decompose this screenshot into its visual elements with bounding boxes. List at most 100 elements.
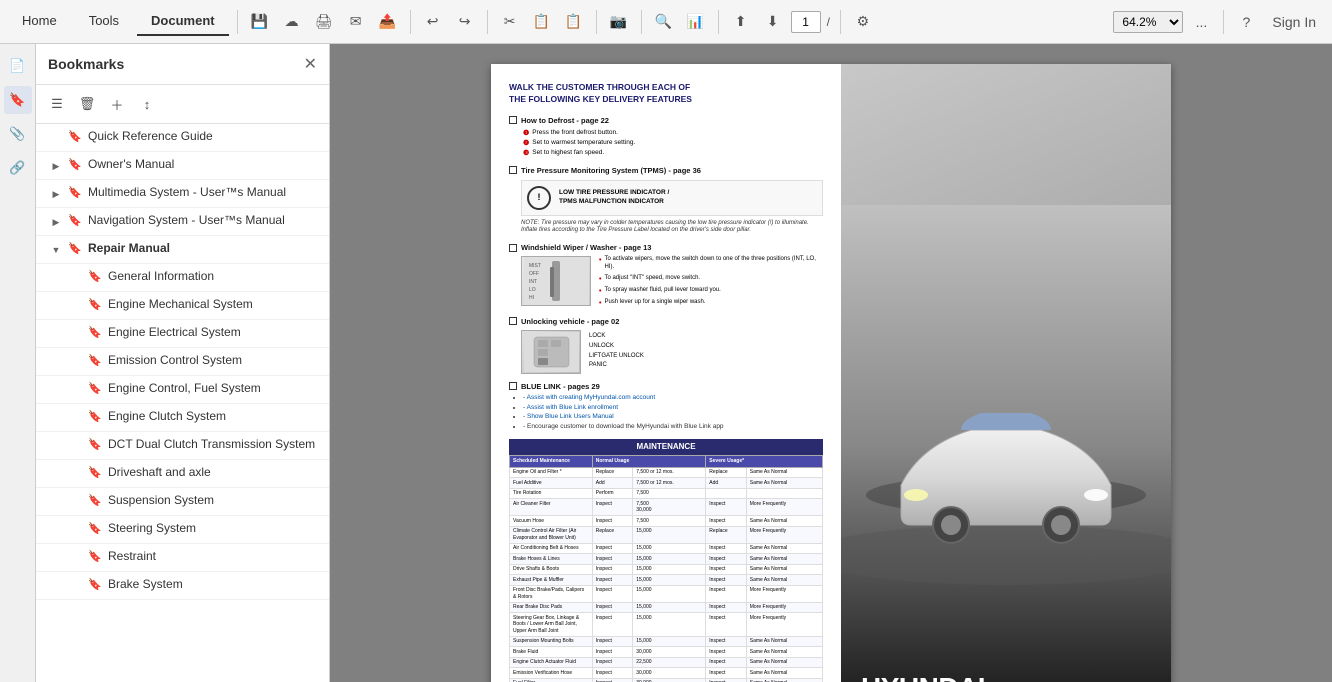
nav-down-button[interactable]: ⬇ <box>759 8 787 36</box>
expand-placeholder <box>68 578 84 594</box>
camera-button[interactable]: 📷 <box>605 8 633 36</box>
bookmark-label: Brake System <box>108 577 183 593</box>
sidebar-item-dct[interactable]: 🔖 DCT Dual Clutch Transmission System <box>36 432 329 460</box>
expand-arrow[interactable]: ▶ <box>48 158 64 174</box>
redo-button[interactable]: ↪ <box>451 8 479 36</box>
page-number-input[interactable]: 1 <box>791 11 821 33</box>
bluelink-item1: - Assist with creating MyHyundai.com acc… <box>523 394 823 402</box>
chart-button[interactable]: 📊 <box>682 8 710 36</box>
bookmark-icon: 🔖 <box>88 354 102 368</box>
sidebar-item-suspension[interactable]: 🔖 Suspension System <box>36 488 329 516</box>
maint-severe-val <box>746 488 822 499</box>
maint-severe-val: Same As Normal <box>746 478 822 489</box>
tpms-icon: ! <box>527 186 551 210</box>
bookmark-icon: 🔖 <box>88 410 102 424</box>
bluelink-item4: - Encourage customer to download the MyH… <box>523 423 823 431</box>
copy-button[interactable]: 📋 <box>528 8 556 36</box>
expand-placeholder <box>68 326 84 342</box>
sidebar-content[interactable]: 🔖 Quick Reference Guide ▶ 🔖 Owner's Manu… <box>36 124 329 682</box>
maint-service: Emission Verification Hose <box>510 668 593 679</box>
sidebar-item-quick-reference[interactable]: 🔖 Quick Reference Guide <box>36 124 329 152</box>
col-severe: Severe Usage* <box>706 456 823 468</box>
email-button[interactable]: ✉ <box>342 8 370 36</box>
zoom-select[interactable]: 64.2% 50% 75% 100% <box>1113 11 1183 33</box>
wiper-step1: To activate wipers, move the switch down… <box>604 256 823 272</box>
maint-service: Exhaust Pipe & Muffler <box>510 575 593 586</box>
svg-text:HI: HI <box>529 295 534 301</box>
export-button[interactable]: 📤 <box>374 8 402 36</box>
maint-normal-val: 15,000 <box>633 543 706 554</box>
more-button[interactable]: ... <box>1187 8 1215 36</box>
icon-bar-page[interactable]: 📄 <box>4 52 32 80</box>
sep7 <box>840 10 841 34</box>
sidebar-item-brake[interactable]: 🔖 Brake System <box>36 572 329 600</box>
maint-normal-action: Inspect <box>592 678 632 682</box>
sidebar-item-multimedia[interactable]: ▶ 🔖 Multimedia System - User™s Manual <box>36 180 329 208</box>
sign-in-button[interactable]: Sign In <box>1264 8 1324 36</box>
paste-button[interactable]: 📋 <box>560 8 588 36</box>
bookmark-label: Engine Clutch System <box>108 409 226 425</box>
expand-arrow[interactable]: ▶ <box>48 186 64 202</box>
save-button[interactable]: 💾 <box>246 8 274 36</box>
expand-arrow[interactable]: ▼ <box>48 242 64 258</box>
bookmark-label: Restraint <box>108 549 156 565</box>
maint-normal-val: 15,000 <box>633 554 706 565</box>
maint-normal-val: 30,000 <box>633 668 706 679</box>
icon-bar-attach[interactable]: 📎 <box>4 120 32 148</box>
sidebar-item-navigation[interactable]: ▶ 🔖 Navigation System - User™s Manual <box>36 208 329 236</box>
search-button[interactable]: 🔍 <box>650 8 678 36</box>
help-button[interactable]: ? <box>1232 8 1260 36</box>
table-row: Brake Fluid Inspect 30,000 Inspect Same … <box>510 647 823 658</box>
sidebar-item-engine-mech[interactable]: 🔖 Engine Mechanical System <box>36 292 329 320</box>
sidebar-item-steering[interactable]: 🔖 Steering System <box>36 516 329 544</box>
undo-button[interactable]: ↩ <box>419 8 447 36</box>
maint-service: Vacuum Hose <box>510 516 593 527</box>
sidebar-item-restraint[interactable]: 🔖 Restraint <box>36 544 329 572</box>
tab-home[interactable]: Home <box>8 7 71 36</box>
sidebar-item-emission[interactable]: 🔖 Emission Control System <box>36 348 329 376</box>
maint-normal-val: 7,500 <box>633 488 706 499</box>
nav-up-button[interactable]: ⬆ <box>727 8 755 36</box>
sidebar-item-clutch[interactable]: 🔖 Engine Clutch System <box>36 404 329 432</box>
maint-normal-val: 15,000 <box>633 585 706 602</box>
tab-tools[interactable]: Tools <box>75 7 133 36</box>
sidebar-delete-button[interactable]: 🗑 <box>74 91 100 117</box>
sidebar-item-engine-control[interactable]: 🔖 Engine Control, Fuel System <box>36 376 329 404</box>
maint-severe-val: Same As Normal <box>746 543 822 554</box>
sidebar-item-owners-manual[interactable]: ▶ 🔖 Owner's Manual <box>36 152 329 180</box>
sidebar-move-button[interactable]: ↕ <box>134 91 160 117</box>
sidebar-close-button[interactable]: ✕ <box>304 54 317 74</box>
sidebar-item-repair-manual[interactable]: ▼ 🔖 Repair Manual <box>36 236 329 264</box>
unlock-panic: PANIC <box>589 362 644 370</box>
sidebar-add-button[interactable]: ＋ <box>104 91 130 117</box>
doc-viewer[interactable]: WALK THE CUSTOMER THROUGH EACH OF THE FO… <box>330 44 1332 682</box>
icon-bar-bookmark[interactable]: 🔖 <box>4 86 32 114</box>
unlock-labels: LOCK UNLOCK LIFTGATE UNLOCK PANIC <box>589 330 644 374</box>
sidebar-item-driveshaft[interactable]: 🔖 Driveshaft and axle <box>36 460 329 488</box>
wiper-checkbox <box>509 244 517 252</box>
maint-normal-val: 15,000 <box>633 636 706 647</box>
maint-service: Air Cleaner Filter <box>510 499 593 516</box>
maint-normal-action: Inspect <box>592 516 632 527</box>
tab-document[interactable]: Document <box>137 7 229 36</box>
sidebar: Bookmarks ✕ ☰ 🗑 ＋ ↕ 🔖 Quick Reference Gu… <box>36 44 330 682</box>
svg-text:MIST: MIST <box>529 263 541 269</box>
settings-button[interactable]: ⚙ <box>849 8 877 36</box>
sidebar-item-general-info[interactable]: 🔖 General Information <box>36 264 329 292</box>
svg-text:LO: LO <box>529 287 536 293</box>
upload-button[interactable]: ☁ <box>278 8 306 36</box>
print-button[interactable]: 🖨 <box>310 8 338 36</box>
table-row: Air Cleaner Filter Inspect 7,500 30,000 … <box>510 499 823 516</box>
cut-button[interactable]: ✂ <box>496 8 524 36</box>
maintenance-title: MAINTENANCE <box>509 439 823 455</box>
sidebar-menu-button[interactable]: ☰ <box>44 91 70 117</box>
icon-bar-link[interactable]: 🔗 <box>4 154 32 182</box>
maint-severe-action: Inspect <box>706 636 746 647</box>
maint-normal-val: 22,500 <box>633 657 706 668</box>
page-title: WALK THE CUSTOMER THROUGH EACH OF THE FO… <box>509 82 823 106</box>
expand-arrow[interactable]: ▶ <box>48 214 64 230</box>
bookmark-icon: 🔖 <box>68 130 82 144</box>
bookmark-icon: 🔖 <box>88 578 102 592</box>
sidebar-item-engine-elec[interactable]: 🔖 Engine Electrical System <box>36 320 329 348</box>
expand-placeholder <box>68 410 84 426</box>
